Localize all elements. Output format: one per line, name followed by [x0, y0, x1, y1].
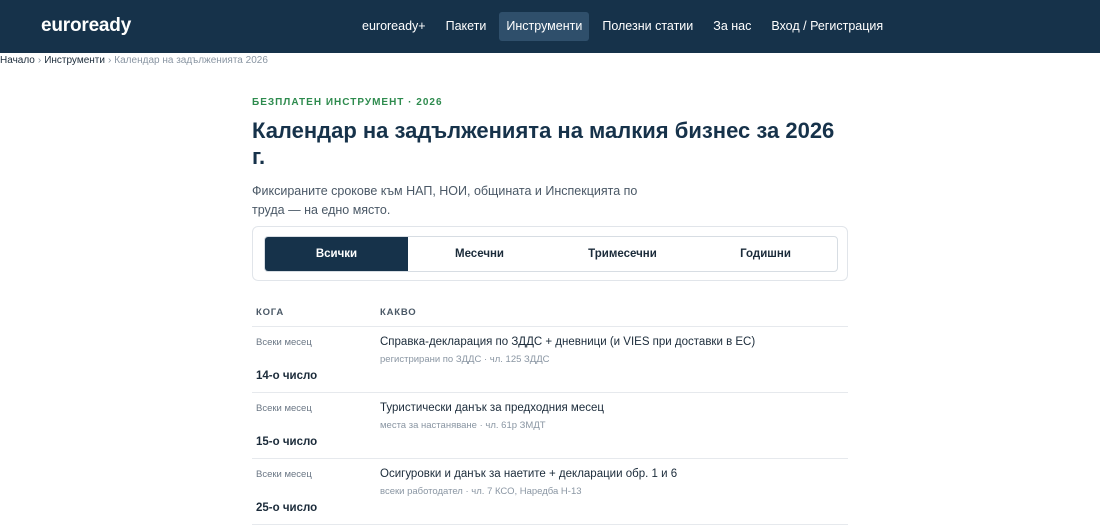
breadcrumb-current: Календар на задълженията 2026: [114, 55, 268, 66]
row-day: 25-о число: [256, 502, 318, 514]
nav-item-about[interactable]: За нас: [706, 12, 758, 41]
nav-item-login[interactable]: Вход / Регистрация: [764, 12, 890, 41]
frequency-filter: Всички Месечни Тримесечни Годишни: [264, 236, 838, 272]
top-navbar: euroready euroready+ Пакети Инструменти …: [0, 0, 1100, 53]
nav-item-articles[interactable]: Полезни статии: [595, 12, 700, 41]
nav-item-tools[interactable]: Инструменти: [499, 12, 590, 41]
nav-item-euroready-plus[interactable]: euroready+: [355, 12, 433, 41]
column-header-when: КОГА: [256, 307, 285, 318]
row-note: места за настаняване · чл. 61р ЗМДТ: [380, 420, 546, 431]
column-header-what: КАКВО: [380, 307, 417, 318]
table-header: КОГА КАКВО: [252, 297, 848, 327]
brand-logo[interactable]: euroready: [41, 15, 131, 37]
filter-yearly[interactable]: Годишни: [694, 237, 837, 271]
filter-monthly[interactable]: Месечни: [408, 237, 551, 271]
page-title: Календар на задълженията на малкия бизне…: [252, 118, 835, 169]
breadcrumb-home[interactable]: Начало: [0, 55, 35, 66]
obligations-table: КОГА КАКВО Всеки месец 14-о число Справк…: [252, 297, 848, 525]
main-nav: euroready+ Пакети Инструменти Полезни ст…: [355, 12, 896, 41]
row-frequency: Всеки месец: [256, 469, 312, 480]
table-row: Всеки месец 14-о число Справка-деклараци…: [252, 327, 848, 393]
breadcrumb: Начало › Инструменти › Календар на задължени…: [0, 55, 268, 66]
nav-item-packages[interactable]: Пакети: [439, 12, 494, 41]
row-note: всеки работодател · чл. 7 КСО, Наредба Н…: [380, 486, 582, 497]
row-frequency: Всеки месец: [256, 403, 312, 414]
row-day: 14-о число: [256, 370, 318, 382]
eyebrow-label: БЕЗПЛАТЕН ИНСТРУМЕНТ · 2026: [252, 97, 443, 108]
main-content: БЕЗПЛАТЕН ИНСТРУМЕНТ · 2026 Календар на …: [252, 97, 848, 525]
filter-card: Всички Месечни Тримесечни Годишни: [252, 226, 848, 281]
row-day: 15-о число: [256, 436, 318, 448]
filter-all[interactable]: Всички: [265, 237, 408, 271]
breadcrumb-separator: ›: [107, 55, 112, 66]
row-obligation: Туристически данък за предходния месец: [380, 402, 604, 414]
table-row: Всеки месец 15-о число Туристически данъ…: [252, 393, 848, 459]
row-note: регистрирани по ЗДДС · чл. 125 ЗДДС: [380, 354, 550, 365]
row-obligation: Справка-декларация по ЗДДС + дневници (и…: [380, 336, 756, 348]
table-row: Всеки месец 25-о число Осигуровки и данъ…: [252, 459, 848, 525]
row-obligation: Осигуровки и данък за наетите + декларац…: [380, 468, 678, 480]
row-frequency: Всеки месец: [256, 337, 312, 348]
page-subtitle: Фиксираните срокове към НАП, НОИ, община…: [252, 184, 638, 217]
breadcrumb-separator: ›: [37, 55, 42, 66]
filter-quarterly[interactable]: Тримесечни: [551, 237, 694, 271]
breadcrumb-tools[interactable]: Инструменти: [44, 55, 105, 66]
